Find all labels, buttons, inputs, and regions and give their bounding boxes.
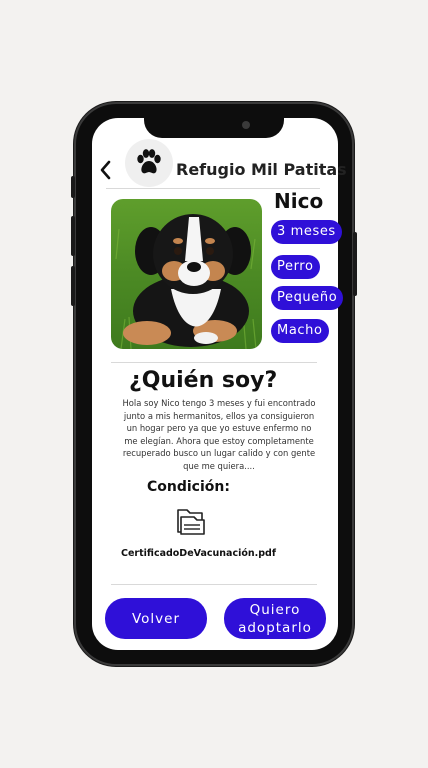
about-heading: ¿Quién soy? [129,368,278,393]
photo-divider [111,362,317,363]
pet-photo [111,199,262,349]
tag-size: Pequeño [271,286,344,310]
mute-switch [71,176,75,198]
adopt-button-line1: Quiero [249,601,301,618]
condition-label: Condición: [147,479,230,495]
back-button-label: Volver [131,610,181,627]
adopt-button-line2: adoptarlo [238,619,312,636]
certificate-file-link[interactable]: CertificadoDeVacunación.pdf [121,548,276,559]
volume-down-button [71,266,75,306]
volume-up-button [71,216,75,256]
shelter-logo [125,139,173,187]
camera [242,121,250,129]
about-text: Hola soy Nico tengo 3 meses y fui encont… [122,398,316,471]
pet-name: Nico [274,189,324,213]
folder-icon[interactable] [175,505,207,537]
page-title: Refugio Mil Patitas [176,160,347,179]
adopt-button[interactable]: Quiero adoptarlo [224,598,326,639]
chevron-left-icon[interactable] [96,158,116,182]
bottom-divider [111,584,317,585]
back-button[interactable]: Volver [105,598,207,639]
power-button [353,232,357,296]
tag-species: Perro [271,255,320,279]
tag-sex: Macho [271,319,329,343]
tag-age: 3 meses [271,220,342,244]
notch [144,110,284,138]
paw-icon [137,149,161,174]
